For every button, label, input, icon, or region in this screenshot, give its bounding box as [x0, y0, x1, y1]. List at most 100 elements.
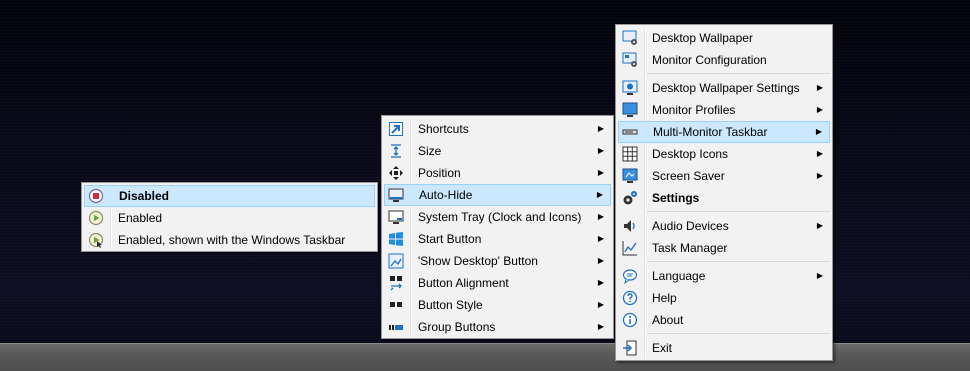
menu-item-label: Audio Devices [652, 219, 729, 233]
menu-item-audio-devices[interactable]: Audio Devices ▶ [618, 215, 830, 237]
wallpaper-settings-icon [622, 80, 638, 96]
monitor-config-icon [622, 52, 638, 68]
menu-item-label: Exit [652, 341, 673, 355]
menu-item-show-desktop[interactable]: 'Show Desktop' Button ▶ [384, 250, 611, 272]
menu-separator [647, 211, 830, 212]
menu-item-monitor-configuration[interactable]: Monitor Configuration [618, 49, 830, 71]
chevron-right-icon: ▶ [597, 146, 604, 155]
chevron-right-icon: ▶ [816, 149, 823, 158]
group-buttons-icon [388, 319, 404, 335]
menu-item-system-tray[interactable]: System Tray (Clock and Icons) ▶ [384, 206, 611, 228]
menu-item-position[interactable]: Position ▶ [384, 162, 611, 184]
menu-item-label: Shortcuts [418, 122, 469, 136]
menu-item-label: Position [418, 166, 461, 180]
menu-item-desktop-wallpaper[interactable]: Desktop Wallpaper [618, 27, 830, 49]
auto-hide-icon [388, 187, 404, 203]
chevron-right-icon: ▶ [597, 168, 604, 177]
menu-item-label: Monitor Configuration [652, 53, 767, 67]
menu-item-label: Enabled [118, 211, 163, 225]
chevron-right-icon: ▶ [596, 190, 603, 199]
menu-item-label: About [652, 313, 684, 327]
move-arrows-icon [388, 165, 404, 181]
speaker-icon [622, 218, 638, 234]
menu-item-desktop-wallpaper-settings[interactable]: Desktop Wallpaper Settings ▶ [618, 77, 830, 99]
menu-item-task-manager[interactable]: Task Manager [618, 237, 830, 259]
chevron-right-icon: ▶ [816, 221, 823, 230]
menu-item-monitor-profiles[interactable]: Monitor Profiles ▶ [618, 99, 830, 121]
auto-hide-submenu: Disabled Enabled Enabled, shown with the… [81, 182, 378, 252]
taskbar-submenu: Shortcuts ▶ Size ▶ Position ▶ Auto-Hide … [381, 115, 614, 339]
chevron-right-icon: ▶ [597, 256, 604, 265]
menu-item-label: Desktop Icons [652, 147, 729, 161]
menu-item-start-button[interactable]: Start Button ▶ [384, 228, 611, 250]
resize-icon [388, 143, 404, 159]
menu-item-multi-monitor-taskbar[interactable]: Multi-Monitor Taskbar ▶ [618, 121, 830, 143]
grid-icon [622, 146, 638, 162]
main-context-menu: Desktop Wallpaper Monitor Configuration … [615, 24, 833, 361]
chevron-right-icon: ▶ [597, 124, 604, 133]
chevron-right-icon: ▶ [597, 278, 604, 287]
menu-item-label: Settings [652, 191, 700, 205]
menu-separator [647, 73, 830, 74]
menu-item-label: Desktop Wallpaper Settings [652, 81, 800, 95]
chevron-right-icon: ▶ [815, 127, 822, 136]
menu-item-label: Language [652, 269, 706, 283]
menu-item-shortcuts[interactable]: Shortcuts ▶ [384, 118, 611, 140]
menu-item-disabled[interactable]: Disabled [84, 185, 375, 207]
wallpaper-gear-icon [622, 30, 638, 46]
chevron-right-icon: ▶ [816, 171, 823, 180]
exit-door-icon [622, 340, 638, 356]
menu-separator [647, 333, 830, 334]
play-icon [88, 210, 104, 226]
menu-item-group-buttons[interactable]: Group Buttons ▶ [384, 316, 611, 338]
speech-bubble-icon [622, 268, 638, 284]
info-icon [622, 312, 638, 328]
menu-item-label: Group Buttons [418, 320, 496, 334]
chevron-right-icon: ▶ [816, 105, 823, 114]
menu-item-label: Start Button [418, 232, 482, 246]
menu-item-screen-saver[interactable]: Screen Saver ▶ [618, 165, 830, 187]
menu-item-button-alignment[interactable]: Button Alignment ▶ [384, 272, 611, 294]
chart-icon [622, 240, 638, 256]
menu-item-label: Button Style [418, 298, 483, 312]
menu-item-label: Help [652, 291, 677, 305]
chevron-right-icon: ▶ [597, 234, 604, 243]
taskbar-icon [622, 124, 638, 140]
screensaver-icon [622, 168, 638, 184]
menu-item-label: Desktop Wallpaper [652, 31, 753, 45]
menu-item-label: Disabled [119, 189, 170, 203]
play-taskbar-icon [88, 232, 104, 248]
stop-icon [88, 188, 104, 204]
menu-item-label: Size [418, 144, 442, 158]
chevron-right-icon: ▶ [816, 83, 823, 92]
chevron-right-icon: ▶ [816, 271, 823, 280]
monitor-icon [622, 102, 638, 118]
chevron-right-icon: ▶ [597, 212, 604, 221]
gears-icon [622, 190, 638, 206]
menu-item-settings[interactable]: Settings [618, 187, 830, 209]
menu-item-label: Button Alignment [418, 276, 509, 290]
menu-item-label: Multi-Monitor Taskbar [653, 125, 768, 139]
help-icon [622, 290, 638, 306]
menu-item-help[interactable]: Help [618, 287, 830, 309]
menu-item-desktop-icons[interactable]: Desktop Icons ▶ [618, 143, 830, 165]
show-desktop-icon [388, 253, 404, 269]
menu-item-auto-hide[interactable]: Auto-Hide ▶ [384, 184, 611, 206]
windows-logo-icon [388, 231, 404, 247]
menu-item-label: Task Manager [652, 241, 728, 255]
menu-item-label: Monitor Profiles [652, 103, 736, 117]
chevron-right-icon: ▶ [597, 322, 604, 331]
menu-item-size[interactable]: Size ▶ [384, 140, 611, 162]
shortcut-arrow-icon [388, 121, 404, 137]
menu-item-label: Screen Saver [652, 169, 725, 183]
menu-item-language[interactable]: Language ▶ [618, 265, 830, 287]
menu-item-enabled[interactable]: Enabled [84, 207, 375, 229]
menu-item-button-style[interactable]: Button Style ▶ [384, 294, 611, 316]
menu-item-label: System Tray (Clock and Icons) [418, 210, 582, 224]
menu-item-exit[interactable]: Exit [618, 337, 830, 359]
menu-item-about[interactable]: About [618, 309, 830, 331]
menu-item-enabled-with-taskbar[interactable]: Enabled, shown with the Windows Taskbar [84, 229, 375, 251]
menu-item-label: 'Show Desktop' Button [418, 254, 538, 268]
button-style-icon [388, 297, 404, 313]
alignment-icon [388, 275, 404, 291]
